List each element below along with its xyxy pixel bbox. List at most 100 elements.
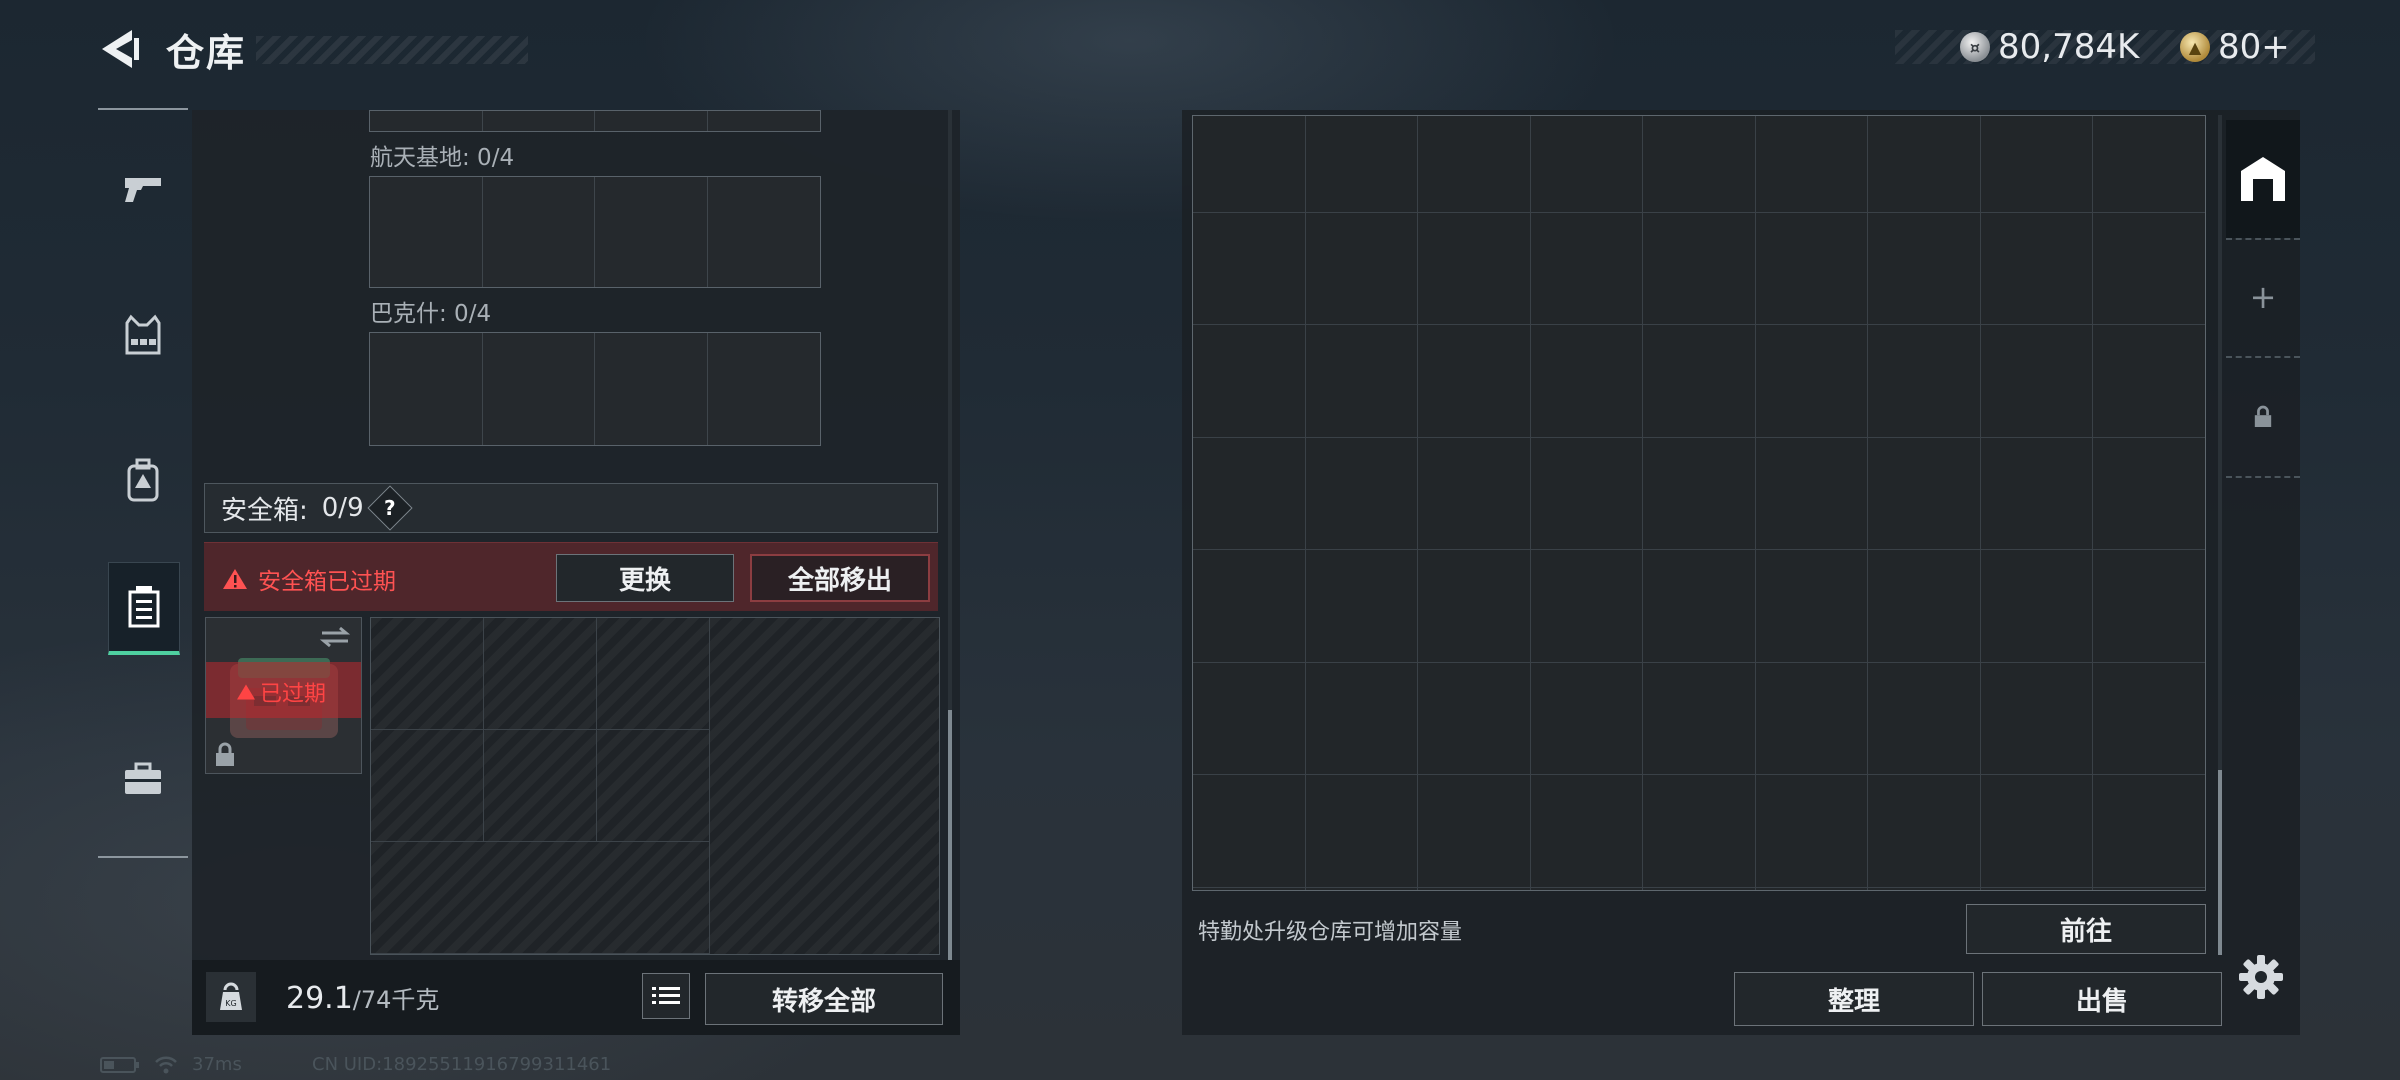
warehouse-tab[interactable]	[2226, 120, 2300, 238]
locked-storage-tab[interactable]	[2226, 358, 2300, 476]
warehouse-cell[interactable]	[1531, 887, 1643, 890]
warehouse-cell[interactable]	[1755, 116, 1868, 213]
warehouse-cell[interactable]	[1755, 212, 1868, 325]
warehouse-cell[interactable]	[1418, 887, 1531, 890]
warehouse-cell[interactable]	[1755, 325, 1868, 438]
warehouse-cell[interactable]	[1755, 550, 1868, 663]
warehouse-cell[interactable]	[1643, 775, 1756, 888]
warehouse-cell[interactable]	[2093, 437, 2205, 550]
warehouse-cell[interactable]	[1305, 437, 1418, 550]
warehouse-cell[interactable]	[1868, 775, 1981, 888]
warehouse-grid[interactable]	[1192, 115, 2206, 891]
nav-item-weapons[interactable]	[106, 144, 180, 234]
warehouse-cell[interactable]	[1980, 437, 2093, 550]
warehouse-cell[interactable]	[1868, 437, 1981, 550]
nav-item-safe-box[interactable]	[108, 562, 180, 655]
warehouse-cell[interactable]	[1868, 887, 1981, 890]
warehouse-cell[interactable]	[1643, 550, 1756, 663]
warehouse-cell[interactable]	[1643, 887, 1756, 890]
bakhsh-grid[interactable]	[369, 332, 821, 446]
nav-item-backpack[interactable]	[106, 436, 180, 526]
warehouse-cell[interactable]	[1643, 116, 1756, 213]
warehouse-cell[interactable]	[2093, 887, 2205, 890]
help-icon[interactable]: ?	[366, 485, 413, 531]
silver-currency[interactable]: ¤ 80,784K	[1960, 24, 2139, 70]
warehouse-cell[interactable]	[1530, 212, 1643, 325]
warehouse-cell[interactable]	[1980, 662, 2093, 775]
swap-icon[interactable]	[318, 624, 352, 650]
warehouse-cell[interactable]	[1530, 550, 1643, 663]
warehouse-cell[interactable]	[1980, 325, 2093, 438]
sort-button[interactable]: 整理	[1734, 972, 1974, 1026]
warehouse-cell[interactable]	[1643, 212, 1756, 325]
settings-button[interactable]	[2236, 952, 2286, 1002]
warehouse-cell[interactable]	[2093, 662, 2205, 775]
warehouse-cell[interactable]	[1868, 662, 1981, 775]
sell-button[interactable]: 出售	[1982, 972, 2222, 1026]
warehouse-cell[interactable]	[1193, 775, 1306, 888]
warehouse-cell[interactable]	[1530, 662, 1643, 775]
warehouse-cell[interactable]	[1418, 212, 1531, 325]
warehouse-cell[interactable]	[2093, 550, 2205, 663]
warehouse-cell[interactable]	[1643, 662, 1756, 775]
container-scrollbar-thumb[interactable]	[948, 710, 952, 960]
warehouse-cell[interactable]	[1756, 887, 1868, 890]
warehouse-cell[interactable]	[1305, 775, 1418, 888]
warehouse-cell[interactable]	[1305, 662, 1418, 775]
gold-currency[interactable]: ▲ 80+	[2180, 24, 2290, 70]
goto-button[interactable]: 前往	[1966, 904, 2206, 954]
warehouse-cell[interactable]	[2093, 212, 2205, 325]
warehouse-cell[interactable]	[1981, 887, 2093, 890]
warehouse-cell[interactable]	[1530, 775, 1643, 888]
warehouse-cell[interactable]	[1530, 116, 1643, 213]
space-base-grid[interactable]	[369, 176, 821, 288]
safe-box-grid[interactable]	[370, 617, 940, 955]
remove-all-button[interactable]: 全部移出	[750, 554, 930, 602]
warehouse-cell[interactable]	[1193, 437, 1306, 550]
back-button[interactable]	[96, 24, 146, 74]
warehouse-cell[interactable]	[2093, 775, 2205, 888]
warehouse-cell[interactable]	[1980, 550, 2093, 663]
warehouse-cell[interactable]	[2093, 325, 2205, 438]
transfer-all-button[interactable]: 转移全部	[705, 973, 943, 1025]
warehouse-cell[interactable]	[1418, 550, 1531, 663]
warehouse-scrollbar-thumb[interactable]	[2218, 770, 2222, 955]
warehouse-cell[interactable]	[1193, 116, 1306, 213]
warehouse-cell[interactable]	[1755, 437, 1868, 550]
safe-box-item[interactable]: 已过期	[205, 617, 362, 774]
warehouse-cell[interactable]	[1306, 887, 1418, 890]
warehouse-cell[interactable]	[1193, 887, 1306, 890]
warehouse-cell[interactable]	[1305, 325, 1418, 438]
warehouse-cell[interactable]	[1305, 550, 1418, 663]
warehouse-cell[interactable]	[1868, 325, 1981, 438]
warehouse-cell[interactable]	[1868, 116, 1981, 213]
warehouse-cell[interactable]	[1755, 775, 1868, 888]
warehouse-cell[interactable]	[1530, 437, 1643, 550]
warehouse-cell[interactable]	[1530, 325, 1643, 438]
warehouse-cell[interactable]	[1980, 116, 2093, 213]
warehouse-cell[interactable]	[1193, 212, 1306, 325]
warehouse-cell[interactable]	[2093, 116, 2205, 213]
warehouse-cell[interactable]	[1418, 775, 1531, 888]
warehouse-cell[interactable]	[1980, 775, 2093, 888]
warehouse-cell[interactable]	[1418, 662, 1531, 775]
warehouse-cell[interactable]	[1418, 325, 1531, 438]
warehouse-cell[interactable]	[1643, 325, 1756, 438]
list-view-button[interactable]	[642, 973, 690, 1019]
warehouse-cell[interactable]	[1305, 212, 1418, 325]
warehouse-cell[interactable]	[1193, 662, 1306, 775]
warehouse-cell[interactable]	[1868, 550, 1981, 663]
warehouse-cell[interactable]	[1193, 550, 1306, 663]
warehouse-cell[interactable]	[1643, 437, 1756, 550]
warehouse-cell[interactable]	[1305, 116, 1418, 213]
nav-item-armor[interactable]	[106, 290, 180, 380]
nav-item-briefcase[interactable]	[106, 734, 180, 824]
warehouse-cell[interactable]	[1418, 437, 1531, 550]
warehouse-cell[interactable]	[1980, 212, 2093, 325]
warehouse-cell[interactable]	[1193, 325, 1306, 438]
warehouse-cell[interactable]	[1418, 116, 1531, 213]
add-storage-tab[interactable]: +	[2226, 238, 2300, 356]
warehouse-cell[interactable]	[1868, 212, 1981, 325]
warehouse-cell[interactable]	[1755, 662, 1868, 775]
replace-button[interactable]: 更换	[556, 554, 734, 602]
